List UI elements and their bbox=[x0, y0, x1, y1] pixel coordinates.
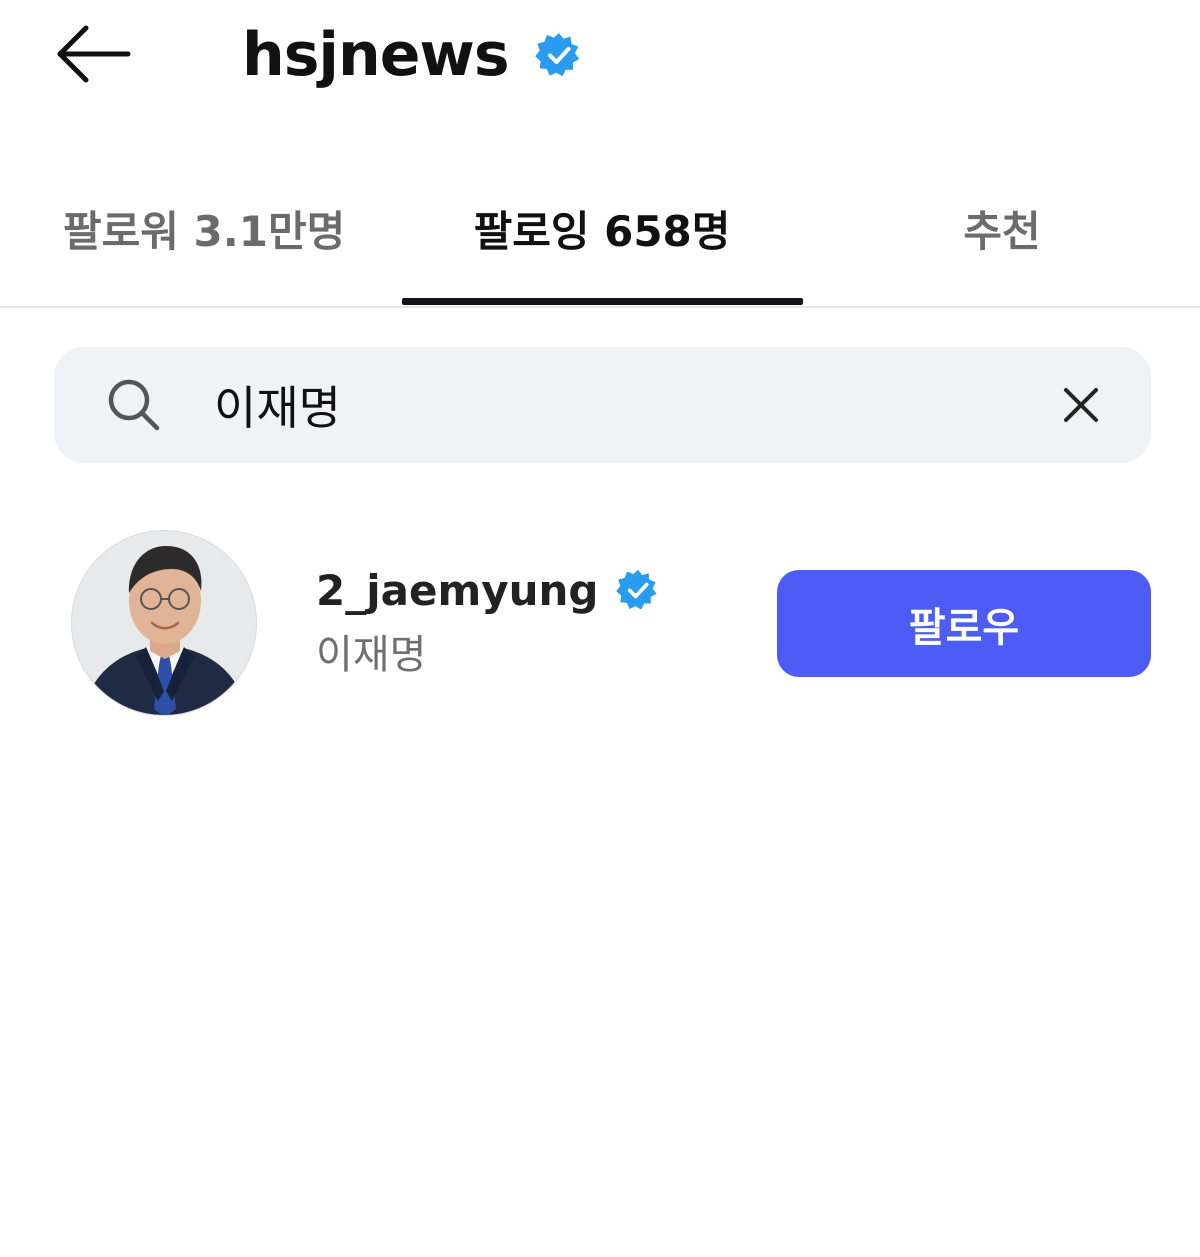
search-icon bbox=[108, 379, 160, 431]
avatar[interactable] bbox=[71, 530, 257, 716]
tab-following-label: 팔로잉 658명 bbox=[473, 206, 731, 256]
display-name: 이재명 bbox=[316, 632, 427, 678]
back-button[interactable] bbox=[44, 14, 144, 94]
follow-button[interactable]: 팔로우 bbox=[777, 570, 1151, 677]
tab-following[interactable]: 팔로잉 658명 bbox=[402, 160, 802, 306]
username: 2_jaemyung bbox=[316, 565, 599, 615]
verified-badge-icon bbox=[616, 569, 657, 610]
tab-bar: 팔로워 3.1만명 팔로잉 658명 추천 bbox=[0, 160, 1200, 310]
verified-badge-icon bbox=[534, 32, 579, 77]
profile-photo bbox=[72, 531, 256, 715]
tab-suggested-label: 추천 bbox=[963, 206, 1041, 256]
page-title: hsjnews bbox=[242, 20, 510, 90]
username-line: 2_jaemyung bbox=[316, 560, 660, 620]
follow-button-label: 팔로우 bbox=[908, 604, 1020, 651]
active-tab-indicator bbox=[402, 298, 803, 305]
clear-search-button[interactable] bbox=[1051, 375, 1111, 435]
tab-suggested[interactable]: 추천 bbox=[802, 160, 1200, 306]
search-bar[interactable] bbox=[54, 347, 1151, 463]
tab-followers-label: 팔로워 3.1만명 bbox=[63, 206, 346, 256]
user-info: 2_jaemyung 이재명 bbox=[316, 560, 660, 680]
following-screen: hsjnews 팔로워 3.1만명 팔로잉 658명 추천 이재명 2_jaem… bbox=[0, 0, 1200, 1257]
close-icon bbox=[1064, 388, 1098, 422]
list-item[interactable]: 2_jaemyung 이재명 팔로우 bbox=[0, 520, 1200, 730]
tabs-divider bbox=[0, 306, 1200, 308]
page-title-group: hsjnews bbox=[242, 10, 583, 100]
arrow-left-icon bbox=[57, 25, 131, 83]
header: hsjnews bbox=[0, 0, 1200, 110]
search-input[interactable] bbox=[214, 367, 1034, 443]
tab-followers[interactable]: 팔로워 3.1만명 bbox=[0, 160, 400, 306]
